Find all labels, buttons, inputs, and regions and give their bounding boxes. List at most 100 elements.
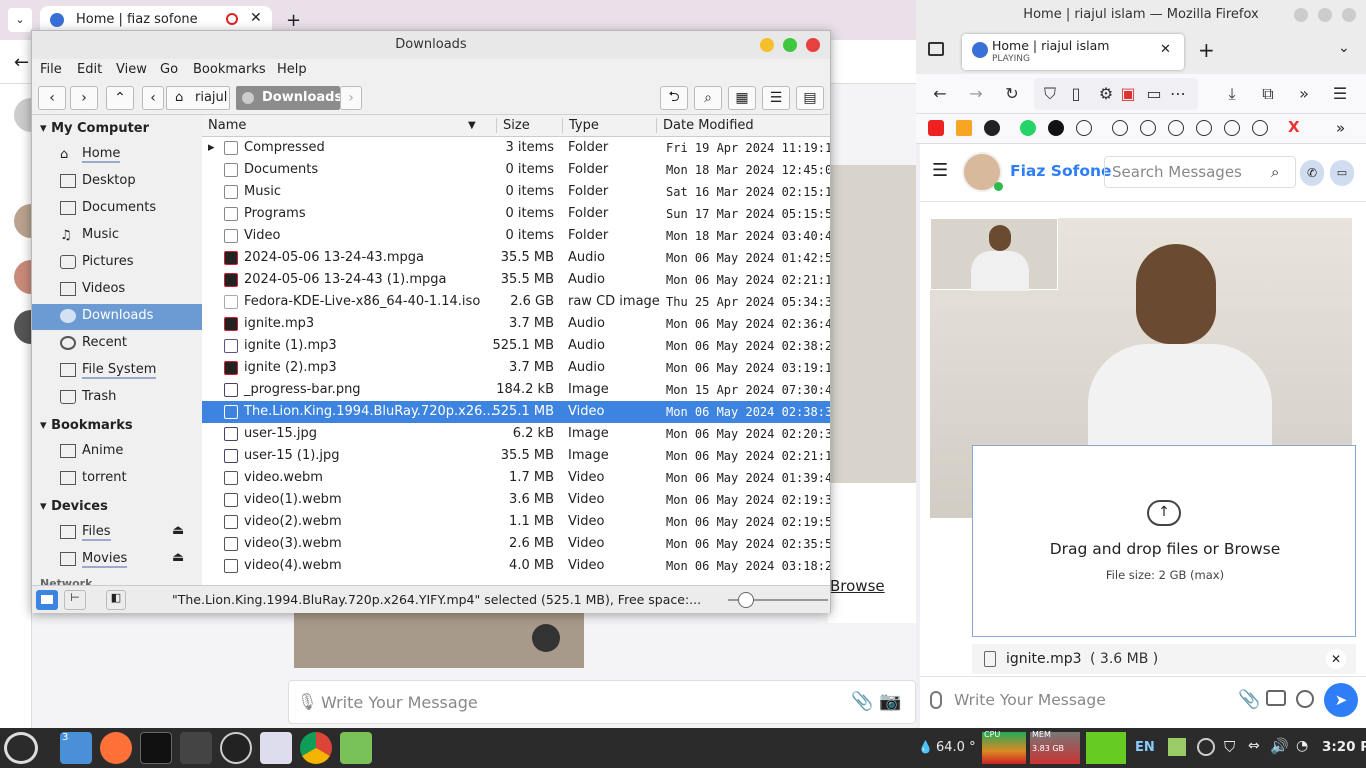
file-row[interactable]: 2024-05-06 13-24-43 (1).mpga 35.5 MB Audio… — [202, 269, 830, 291]
new-tab-icon[interactable]: + — [1198, 38, 1215, 62]
extensions-icon[interactable]: ⧉ — [1258, 84, 1278, 104]
message-input[interactable]: Write Your Message — [954, 691, 1106, 709]
eject-icon[interactable]: ⏏ — [172, 550, 184, 565]
voice-call-button[interactable]: ✆ — [1300, 160, 1324, 186]
forward-button[interactable]: › — [70, 86, 98, 110]
icon-view-button[interactable]: ▦ — [728, 86, 756, 110]
more-bookmarks-icon[interactable]: » — [1336, 119, 1345, 137]
sidebar-item-documents[interactable]: Documents — [32, 196, 202, 222]
file-row[interactable]: ignite (2).mp3 3.7 MB Audio Mon 06 May 2024… — [202, 357, 830, 379]
maximize-button[interactable] — [783, 38, 797, 52]
hamburger-icon[interactable]: ☰ — [932, 160, 948, 181]
sidebar-item-movies-device[interactable]: Movies ⏏ — [32, 547, 202, 573]
sidebar-item-anime[interactable]: Anime — [32, 439, 202, 465]
sidebar-section-bookmarks[interactable]: ▾ Bookmarks — [40, 418, 133, 433]
sidebar-section-devices[interactable]: ▾ Devices — [40, 499, 108, 514]
file-manager-launcher[interactable]: 3 — [60, 732, 92, 764]
text-editor-launcher[interactable] — [260, 732, 292, 764]
microphone-icon[interactable] — [930, 691, 942, 709]
back-arrow-icon[interactable]: ← — [14, 52, 29, 73]
list-all-tabs-icon[interactable]: ⌄ — [1338, 40, 1350, 56]
firefox-close-button[interactable] — [1342, 8, 1356, 22]
file-row[interactable]: video.webm 1.7 MB Video Mon 06 May 2024 01:… — [202, 467, 830, 489]
file-row[interactable]: Music 0 items Folder Sat 16 Mar 2024 02:15:… — [202, 181, 830, 203]
page-info-icon[interactable]: ▯ — [1066, 84, 1086, 104]
address-bar[interactable]: ⛉ ▯ ⚙ ▣ ▭ ⋯ — [1034, 78, 1198, 110]
menu-file[interactable]: File — [40, 62, 62, 77]
bookmark-site-icon[interactable] — [984, 120, 1000, 136]
shield-tray-icon[interactable]: ⛉ — [1224, 738, 1235, 756]
youtube-icon[interactable] — [928, 120, 944, 136]
firefox-maximize-button[interactable] — [1318, 8, 1332, 22]
globe-icon[interactable] — [1112, 120, 1128, 136]
keyboard-layout[interactable]: EN — [1135, 740, 1155, 755]
bookmark-site-icon[interactable] — [1048, 120, 1064, 136]
more-options-icon[interactable]: ⋯ — [1168, 84, 1188, 104]
sidebar-item-music[interactable]: ♫ Music — [32, 223, 202, 249]
tree-view-button[interactable]: ⊢ — [64, 590, 86, 610]
camera-sharing-icon[interactable]: ▣ — [1118, 84, 1138, 104]
new-tab-button[interactable]: + — [286, 10, 301, 31]
vivaldi-icon[interactable] — [956, 120, 972, 136]
firefox-tab[interactable]: Home | riajul islam PLAYING ✕ — [962, 34, 1184, 70]
file-row[interactable]: ignite.mp3 3.7 MB Audio Mon 06 May 2024 02:… — [202, 313, 830, 335]
terminal-launcher[interactable] — [140, 732, 172, 764]
shield-icon[interactable]: ⛉ — [1040, 84, 1060, 104]
column-date-modified[interactable]: Date Modified — [656, 118, 754, 133]
sidebar-item-recent[interactable]: Recent — [32, 331, 202, 357]
globe-icon[interactable] — [1168, 120, 1184, 136]
file-row[interactable]: video(3).webm 2.6 MB Video Mon 06 May 2024 … — [202, 533, 830, 555]
firefox-launcher[interactable] — [100, 732, 132, 764]
tab-list-dropdown[interactable]: ⌄ — [8, 8, 32, 32]
attach-icon[interactable]: 📎 — [1238, 689, 1260, 710]
network-tray-icon[interactable]: ⇔ — [1248, 738, 1260, 754]
file-row[interactable]: Programs 0 items Folder Sun 17 Mar 2024 05:… — [202, 203, 830, 225]
mute-mic-icon[interactable] — [532, 624, 560, 652]
send-button[interactable]: ➤ — [1324, 683, 1358, 717]
path-left-button[interactable]: ‹ — [142, 86, 164, 110]
firefox-minimize-button[interactable] — [1294, 8, 1308, 22]
sidebar-item-trash[interactable]: Trash — [32, 385, 202, 411]
globe-icon[interactable] — [1140, 120, 1156, 136]
video-call-button[interactable]: ▭ — [1330, 160, 1354, 186]
emoji-icon[interactable] — [1296, 690, 1314, 708]
battery-icon[interactable]: ◔ — [1296, 738, 1308, 754]
toggle-location-button[interactable]: ⮌ — [660, 86, 688, 110]
sidebar-item-desktop[interactable]: Desktop — [32, 169, 202, 195]
column-name[interactable]: Name — [208, 118, 246, 133]
file-row[interactable]: Documents 0 items Folder Mon 18 Mar 2024 12… — [202, 159, 830, 181]
camera-icon[interactable] — [1266, 690, 1286, 706]
sidebar-item-home[interactable]: ⌂ Home — [32, 142, 202, 168]
close-tab-icon[interactable]: ✕ — [1160, 42, 1171, 57]
globe-icon[interactable] — [1224, 120, 1240, 136]
file-row[interactable]: video(4).webm 4.0 MB Video Mon 06 May 2024 … — [202, 555, 830, 577]
eject-icon[interactable]: ⏏ — [172, 523, 184, 538]
minimize-button[interactable] — [760, 38, 774, 52]
menu-icon[interactable]: ☰ — [1330, 84, 1350, 104]
forward-arrow-icon[interactable]: → — [966, 84, 986, 104]
search-icon[interactable]: ⌕ — [1271, 163, 1279, 181]
path-right-button[interactable]: › — [340, 86, 362, 110]
menu-view[interactable]: View — [116, 62, 147, 77]
compact-view-button[interactable]: ▤ — [796, 86, 824, 110]
file-row[interactable]: Fedora-KDE-Live-x86_64-40-1.14.iso 2.6 GB… — [202, 291, 830, 313]
column-type[interactable]: Type — [562, 118, 599, 133]
file-row[interactable]: 2024-05-06 13-24-43.mpga 35.5 MB Audio Mon … — [202, 247, 830, 269]
globe-icon[interactable] — [1196, 120, 1212, 136]
android-launcher[interactable] — [340, 732, 372, 764]
speaker-icon[interactable] — [972, 42, 988, 58]
sidebar-item-file-system[interactable]: File System — [32, 358, 202, 384]
sublime-launcher[interactable] — [180, 732, 212, 764]
sidebar-section-network[interactable]: Network — [40, 577, 92, 585]
back-button[interactable]: ‹ — [38, 86, 66, 110]
menu-edit[interactable]: Edit — [77, 62, 102, 77]
places-view-button[interactable] — [36, 590, 58, 610]
permissions-icon[interactable]: ⚙ — [1096, 84, 1116, 104]
menu-help[interactable]: Help — [277, 62, 307, 77]
column-size[interactable]: Size — [496, 118, 530, 133]
sort-descending-icon[interactable]: ▼ — [468, 120, 476, 131]
file-row[interactable]: video(2).webm 1.1 MB Video Mon 06 May 2024 … — [202, 511, 830, 533]
clock[interactable]: 3:20 PM — [1322, 739, 1366, 755]
path-segment-home[interactable]: ⌂ riajul — [166, 86, 230, 110]
file-row[interactable]: ignite (1).mp3 525.1 MB Audio Mon 06 May 20… — [202, 335, 830, 357]
